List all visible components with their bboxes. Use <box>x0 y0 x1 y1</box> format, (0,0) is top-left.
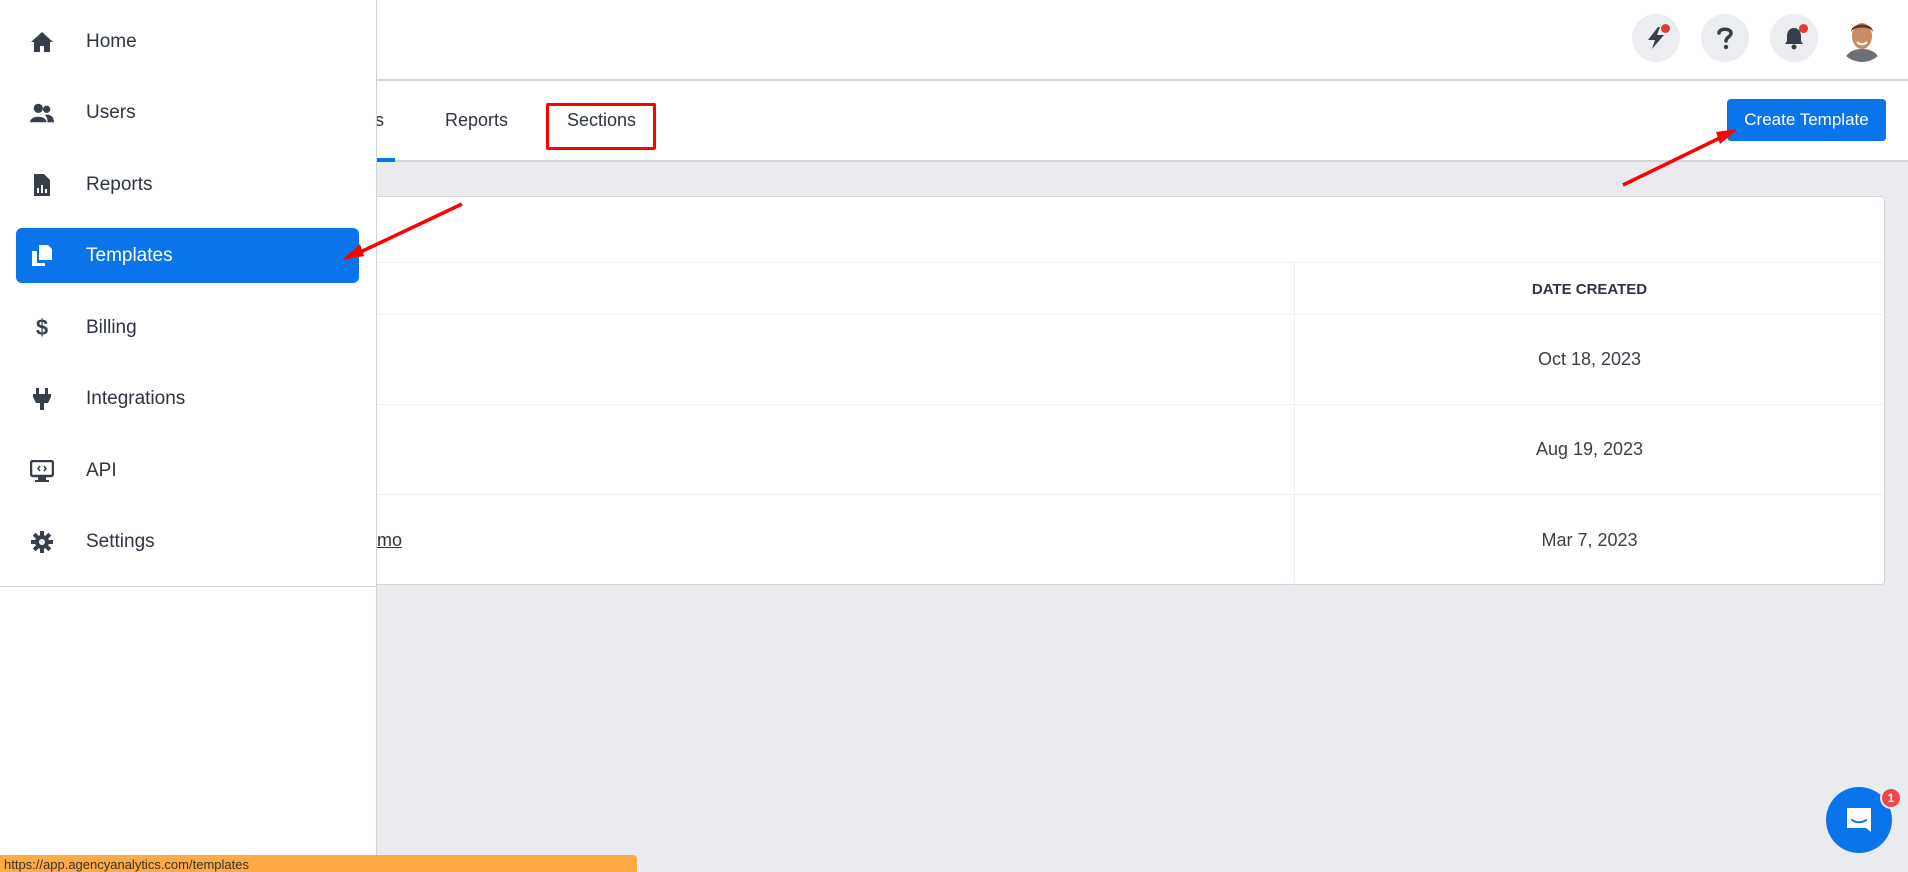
template-name-link[interactable]: mo <box>377 495 402 585</box>
tab-reports[interactable]: Reports <box>445 81 508 160</box>
help-button[interactable] <box>1701 14 1749 62</box>
question-icon <box>1717 27 1733 50</box>
sidebar-item-label: Settings <box>86 530 155 552</box>
date-created-cell: Mar 7, 2023 <box>1541 529 1638 550</box>
chat-bubble-icon <box>1847 808 1871 832</box>
users-icon <box>30 101 54 125</box>
browser-status-url: https://app.agencyanalytics.com/template… <box>0 855 637 872</box>
monitor-code-icon <box>30 459 54 483</box>
gear-icon <box>30 530 54 554</box>
chat-unread-badge: 1 <box>1880 787 1902 809</box>
tab-label: Reports <box>445 110 509 130</box>
sidebar-menu: Home Users Reports Templates $ Billing I… <box>0 0 377 872</box>
table-row[interactable]: Aug 19, 2023 <box>301 405 1884 495</box>
sidebar-item-settings[interactable]: Settings <box>16 514 359 569</box>
column-header-date-created[interactable]: DATE CREATED <box>1294 263 1885 316</box>
sidebar-item-label: API <box>86 459 117 481</box>
table-row[interactable]: Oct 18, 2023 <box>301 315 1884 405</box>
templates-table-card: DATE CREATED Oct 18, 2023 Aug 19, 2023 m… <box>300 196 1885 585</box>
sidebar-item-reports[interactable]: Reports <box>16 157 359 212</box>
sidebar-divider <box>0 586 376 587</box>
avatar-photo-icon <box>1838 14 1886 62</box>
sidebar-item-label: Users <box>86 101 136 123</box>
whats-new-button[interactable] <box>1632 14 1680 62</box>
sidebar-item-label: Billing <box>86 316 137 338</box>
sidebar-item-label: Reports <box>86 173 153 195</box>
dollar-icon: $ <box>35 314 49 340</box>
date-created-cell: Aug 19, 2023 <box>1535 439 1644 459</box>
sidebar-item-users[interactable]: Users <box>16 85 359 140</box>
sidebar-item-home[interactable]: Home <box>16 14 359 69</box>
sidebar-item-api[interactable]: API <box>16 443 359 498</box>
notifications-button[interactable] <box>1770 14 1818 62</box>
table-row[interactable]: mo Mar 7, 2023 <box>301 495 1884 585</box>
date-created-cell: Oct 18, 2023 <box>1537 349 1642 369</box>
plug-icon <box>30 387 54 411</box>
copy-files-icon <box>30 244 54 268</box>
user-avatar[interactable] <box>1838 14 1886 62</box>
sidebar-item-billing[interactable]: $ Billing <box>16 300 359 355</box>
sidebar-item-integrations[interactable]: Integrations <box>16 371 359 426</box>
home-icon <box>30 30 54 54</box>
create-template-button[interactable]: Create Template <box>1727 99 1886 141</box>
table-header-row: DATE CREATED <box>301 262 1884 315</box>
notification-dot <box>1799 24 1808 33</box>
sidebar-item-label: Home <box>86 30 137 52</box>
annotation-highlight-box <box>546 103 656 150</box>
sidebar-item-templates[interactable]: Templates <box>16 228 359 283</box>
notification-dot <box>1661 24 1670 33</box>
report-file-icon <box>30 173 54 197</box>
sidebar-item-label: Integrations <box>86 387 186 409</box>
sidebar-item-label: Templates <box>86 244 173 266</box>
